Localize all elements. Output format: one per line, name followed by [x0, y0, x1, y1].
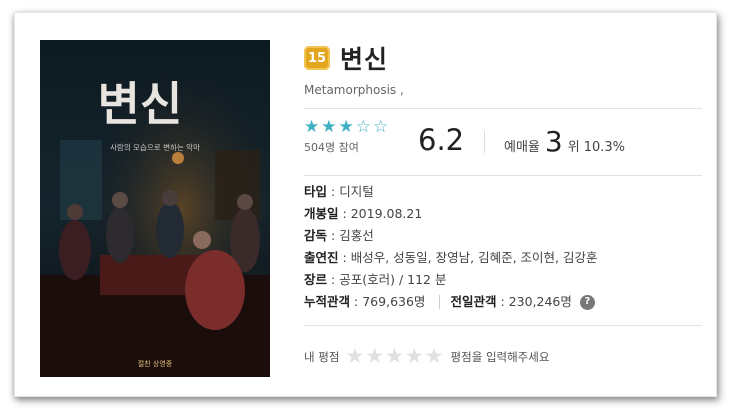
- star-empty-icon: ☆: [355, 117, 373, 137]
- star-input-icon[interactable]: ★: [385, 346, 404, 367]
- genre-label: 장르: [304, 272, 328, 287]
- divider: [304, 108, 702, 109]
- cumulative-label: 누적관객: [304, 294, 351, 309]
- cast-value[interactable]: 배성우, 성동일, 장영남, 김혜준, 조이현, 김강훈: [351, 247, 598, 269]
- rating-stars: ★★★☆☆: [304, 117, 414, 137]
- age-rating-badge: 15: [304, 46, 330, 70]
- type-value: 디지털: [339, 184, 374, 199]
- previous-day-value: 230,246명: [508, 294, 572, 309]
- director-value[interactable]: 김홍선: [339, 225, 374, 247]
- star-input-icon[interactable]: ★: [365, 346, 384, 367]
- reservation-rank: 예매율 3 위 10.3%: [504, 128, 625, 156]
- detail-release-date: 개봉일:2019.08.21: [304, 203, 597, 225]
- cast-label: 출연진: [304, 250, 339, 265]
- reservation-rank-suffix: 위: [567, 140, 580, 155]
- movie-original-title: Metamorphosis ,: [304, 83, 404, 97]
- director-label: 감독: [304, 228, 328, 243]
- star-input-icon[interactable]: ★: [405, 346, 424, 367]
- type-label: 타입: [304, 184, 328, 199]
- poster-title: 변신: [98, 77, 183, 131]
- star-filled-icon: ★: [304, 117, 322, 137]
- help-icon[interactable]: ?: [579, 294, 595, 310]
- star-empty-icon: ☆: [373, 117, 391, 137]
- cumulative-value: 769,636명: [362, 294, 426, 309]
- rating-participants: 504명 참여: [304, 141, 359, 154]
- detail-genre: 장르: 공포(호러) / 112 분: [304, 269, 597, 291]
- reservation-rank-number: 3: [544, 125, 563, 158]
- movie-details-panel: 15 변신 Metamorphosis , ★★★☆☆ 504명 참여 6.2 …: [304, 13, 716, 396]
- divider: [484, 131, 485, 153]
- poster-release-text: 절찬 상영중: [138, 359, 173, 368]
- detail-director: 감독: 김홍선: [304, 225, 597, 247]
- my-rating-stars[interactable]: ★ ★ ★ ★ ★: [345, 346, 444, 367]
- release-value: 2019.08.21: [350, 206, 423, 221]
- reservation-label: 예매율: [504, 140, 540, 155]
- movie-info-card: 변신 사람의 모습으로 변하는 악마 절찬 상영중 15 변신 Metamorp…: [14, 12, 717, 397]
- my-rating: 내 평점 ★ ★ ★ ★ ★ 평점을 입력해주세요: [304, 346, 549, 367]
- title-row: 15 변신: [304, 45, 388, 74]
- detail-type: 타입: 디지털: [304, 181, 597, 203]
- detail-cast: 출연진: 배성우, 성동일, 장영남, 김혜준, 조이현, 김강훈: [304, 247, 597, 269]
- divider: [304, 175, 702, 176]
- audience-rating: ★★★☆☆ 504명 참여: [304, 117, 414, 155]
- my-rating-hint: 평점을 입력해주세요: [450, 349, 550, 364]
- poster-image: 변신 사람의 모습으로 변하는 악마 절찬 상영중: [40, 40, 270, 377]
- star-input-icon[interactable]: ★: [345, 346, 364, 367]
- rating-score: 6.2: [418, 123, 465, 157]
- previous-day-label: 전일관객: [450, 294, 497, 309]
- my-rating-label: 내 평점: [304, 349, 340, 364]
- poster-tagline: 사람의 모습으로 변하는 악마: [110, 142, 200, 152]
- release-label: 개봉일: [304, 206, 339, 221]
- star-input-icon[interactable]: ★: [425, 346, 444, 367]
- movie-title[interactable]: 변신: [340, 40, 388, 76]
- divider: [439, 295, 441, 309]
- detail-audience: 누적관객:769,636명 전일관객:230,246명 ?: [304, 291, 597, 313]
- genre-value: 공포(호러) / 112 분: [339, 272, 447, 287]
- star-filled-icon: ★: [321, 117, 339, 137]
- divider: [304, 325, 702, 326]
- reservation-percent: 10.3%: [583, 140, 625, 155]
- movie-poster[interactable]: 변신 사람의 모습으로 변하는 악마 절찬 상영중: [40, 40, 270, 377]
- detail-list: 타입: 디지털 개봉일:2019.08.21 감독: 김홍선 출연진: 배성우, 성동…: [304, 181, 597, 313]
- star-filled-icon: ★: [338, 117, 356, 137]
